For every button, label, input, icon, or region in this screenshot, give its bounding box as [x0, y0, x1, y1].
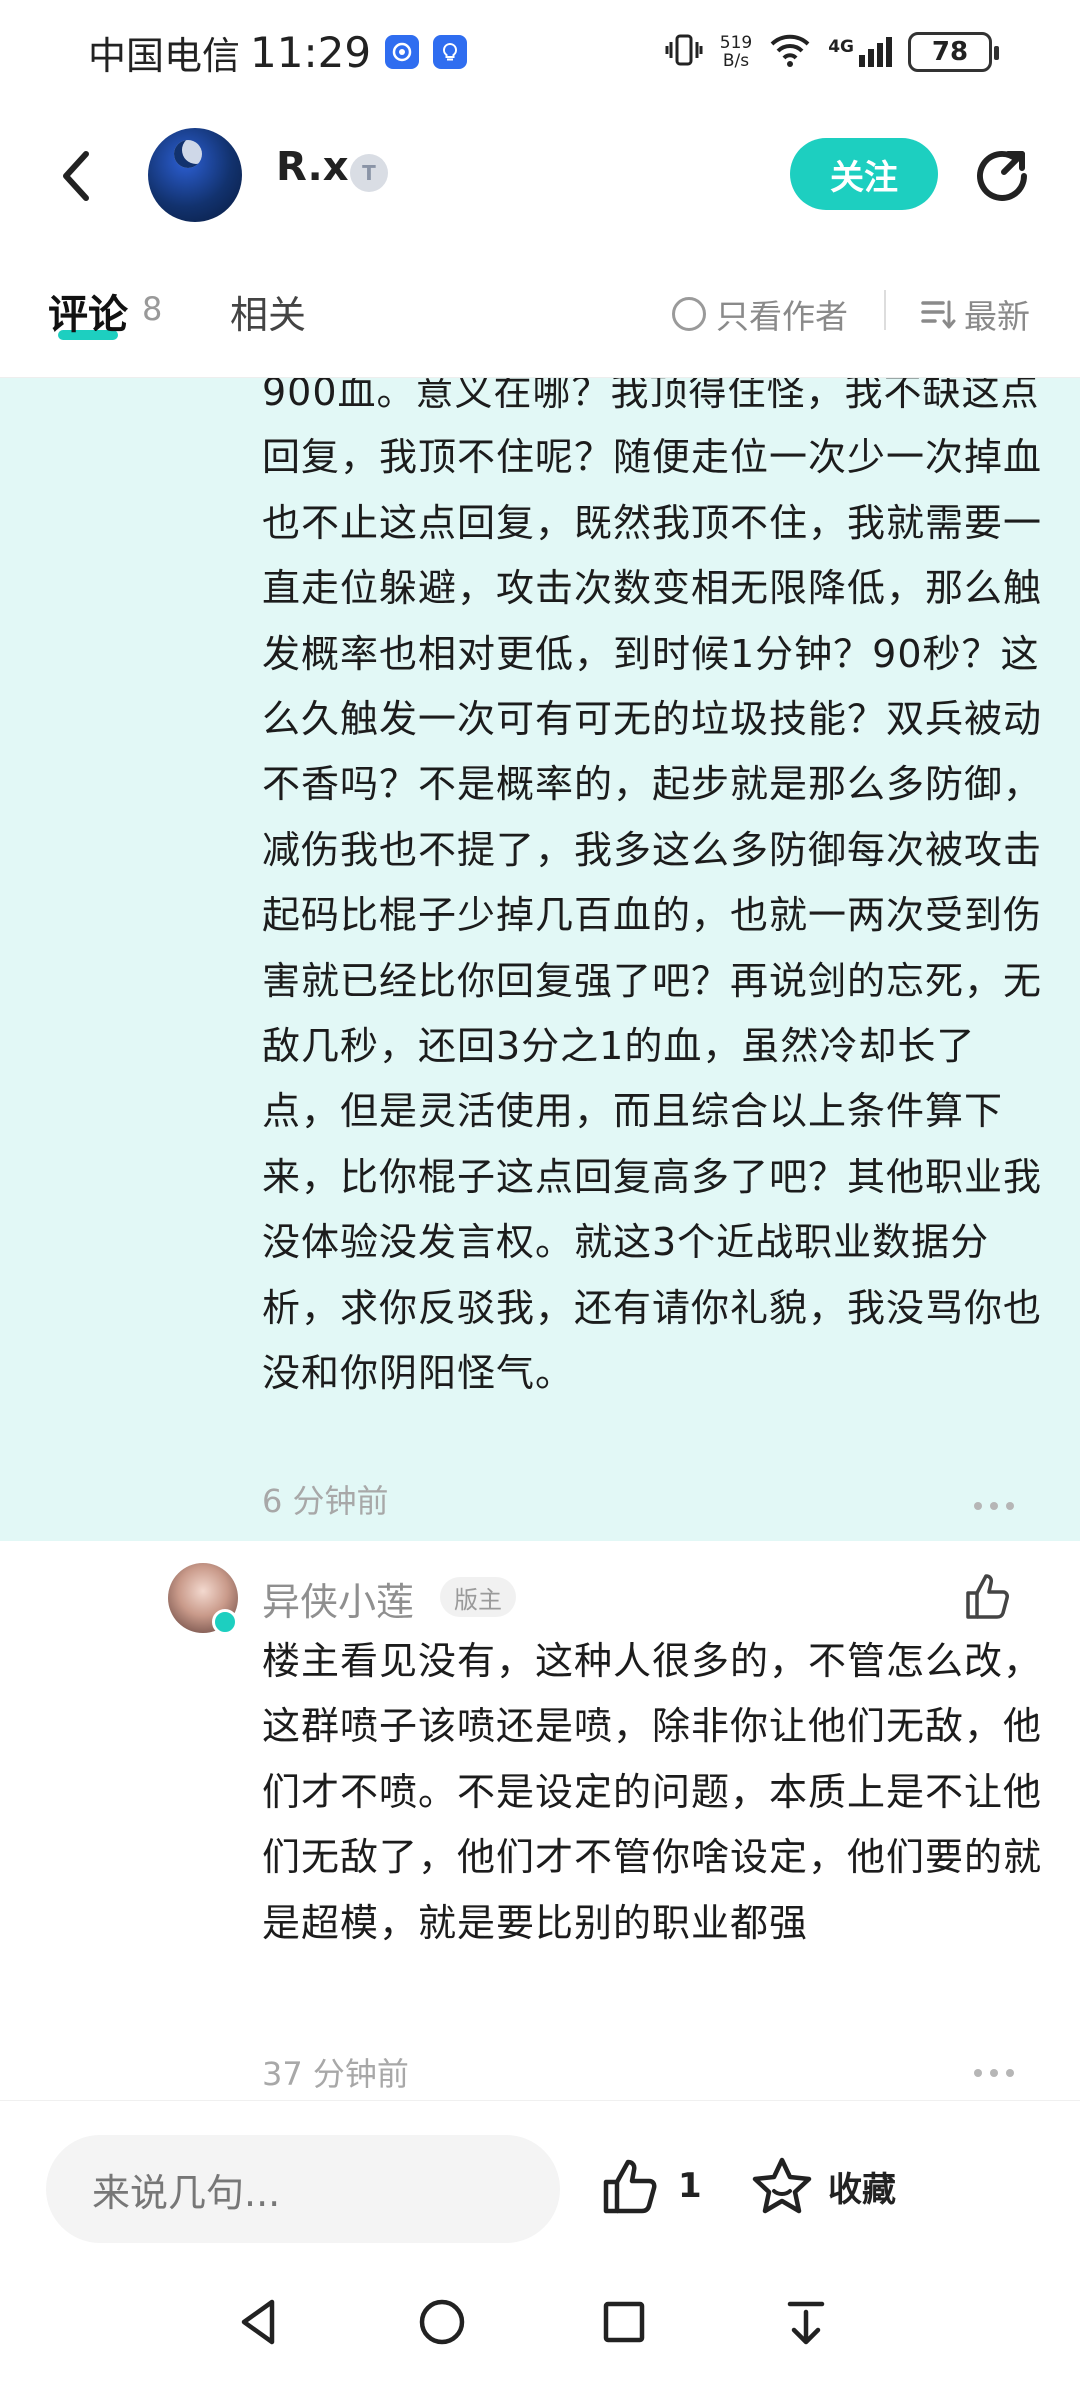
system-nav-bar [0, 2250, 1080, 2390]
square-recents-icon [603, 2301, 645, 2343]
reply-item[interactable]: 异侠小莲 版主 楼主看见没有，这种人很多的，不管怎么改，这群喷子该喷还是喷，除非… [0, 1541, 1080, 2101]
clock: 11:29 [250, 27, 372, 77]
user-level-badge: T [350, 154, 388, 192]
share-icon [977, 150, 1027, 201]
net-speed-unit: B/s [722, 51, 750, 71]
author-avatar[interactable] [148, 128, 242, 222]
pull-down-icon [787, 2301, 825, 2345]
favorite-button[interactable]: 收藏 [750, 2155, 896, 2217]
sort-icon [921, 300, 956, 329]
highlighted-reply[interactable]: 900血。意义在哪？我顶得住怪，我不缺这点回复，我顶不住呢？随便走位一次少一次掉… [0, 378, 1080, 1541]
circle-home-icon [419, 2299, 465, 2345]
battery-indicator: 78 [908, 32, 999, 72]
favorite-label: 收藏 [828, 2169, 896, 2210]
back-button[interactable] [52, 144, 100, 208]
status-bar: 中国电信 11:29 519 B/s 4G 78 [0, 0, 1080, 104]
more-options-icon[interactable] [974, 2069, 1014, 2079]
nav-back-button[interactable] [228, 2290, 292, 2354]
reply-like-button[interactable] [962, 1569, 1016, 1623]
wifi-icon [768, 32, 812, 72]
only-author-toggle[interactable]: 只看作者 [672, 290, 848, 338]
nav-home-button[interactable] [410, 2290, 474, 2354]
author-name[interactable]: R.x [276, 144, 349, 190]
post-header: R.x T 关注 [0, 104, 1080, 254]
battery-level: 78 [931, 37, 969, 67]
comments-count: 8 [142, 290, 163, 328]
app-notification-icon [385, 35, 420, 69]
tab-related[interactable]: 相关 [230, 284, 306, 339]
status-left: 中国电信 11:29 [88, 24, 468, 80]
lightbulb-notification-icon [433, 35, 468, 69]
net-speed-value: 519 [719, 33, 753, 53]
only-author-label: 只看作者 [716, 297, 848, 336]
reply-text: 900血。意义在哪？我顶得住怪，我不缺这点回复，我顶不住呢？随便走位一次少一次掉… [262, 378, 1043, 1396]
vibrate-icon [664, 30, 704, 74]
like-count: 1 [678, 2166, 702, 2206]
nav-notification-button[interactable] [774, 2290, 838, 2354]
comment-tabs: 评论 8 相关 只看作者 最新 [0, 254, 1080, 378]
carrier-label: 中国电信 [88, 33, 241, 78]
thumbs-up-icon [603, 2159, 657, 2214]
triangle-back-icon [241, 2299, 275, 2345]
share-button[interactable] [970, 144, 1034, 208]
reply-time: 6 分钟前 [262, 1482, 389, 1520]
sort-label: 最新 [964, 297, 1030, 336]
net-speed: 519 B/s [720, 34, 752, 70]
thumbs-up-icon [966, 1574, 1009, 1619]
network-type-label: 4G [828, 37, 854, 57]
divider [884, 290, 886, 330]
cellular-signal-icon: 4G [828, 37, 892, 67]
status-right: 519 B/s 4G 78 [664, 24, 999, 80]
chevron-left-icon [63, 151, 89, 201]
reply-author-name[interactable]: 异侠小莲 [262, 1571, 414, 1626]
verified-badge-icon [212, 1609, 238, 1635]
star-icon [752, 2157, 812, 2214]
moderator-tag: 版主 [440, 1577, 516, 1617]
comment-input[interactable]: 来说几句... [46, 2135, 560, 2243]
post-like-button[interactable]: 1 [600, 2155, 702, 2217]
more-options-icon[interactable] [974, 1502, 1014, 1512]
nav-recents-button[interactable] [592, 2290, 656, 2354]
radio-circle-icon [672, 297, 706, 331]
bottom-action-bar: 来说几句... 1 收藏 [0, 2100, 1080, 2250]
reply-text: 楼主看见没有，这种人很多的，不管怎么改，这群喷子该喷还是喷，除非你让他们无敌，他… [262, 1639, 1043, 1945]
sort-button[interactable]: 最新 [920, 290, 1030, 338]
tab-comments[interactable]: 评论 [48, 282, 128, 340]
follow-button[interactable]: 关注 [790, 138, 938, 210]
reply-time: 37 分钟前 [262, 2055, 409, 2093]
